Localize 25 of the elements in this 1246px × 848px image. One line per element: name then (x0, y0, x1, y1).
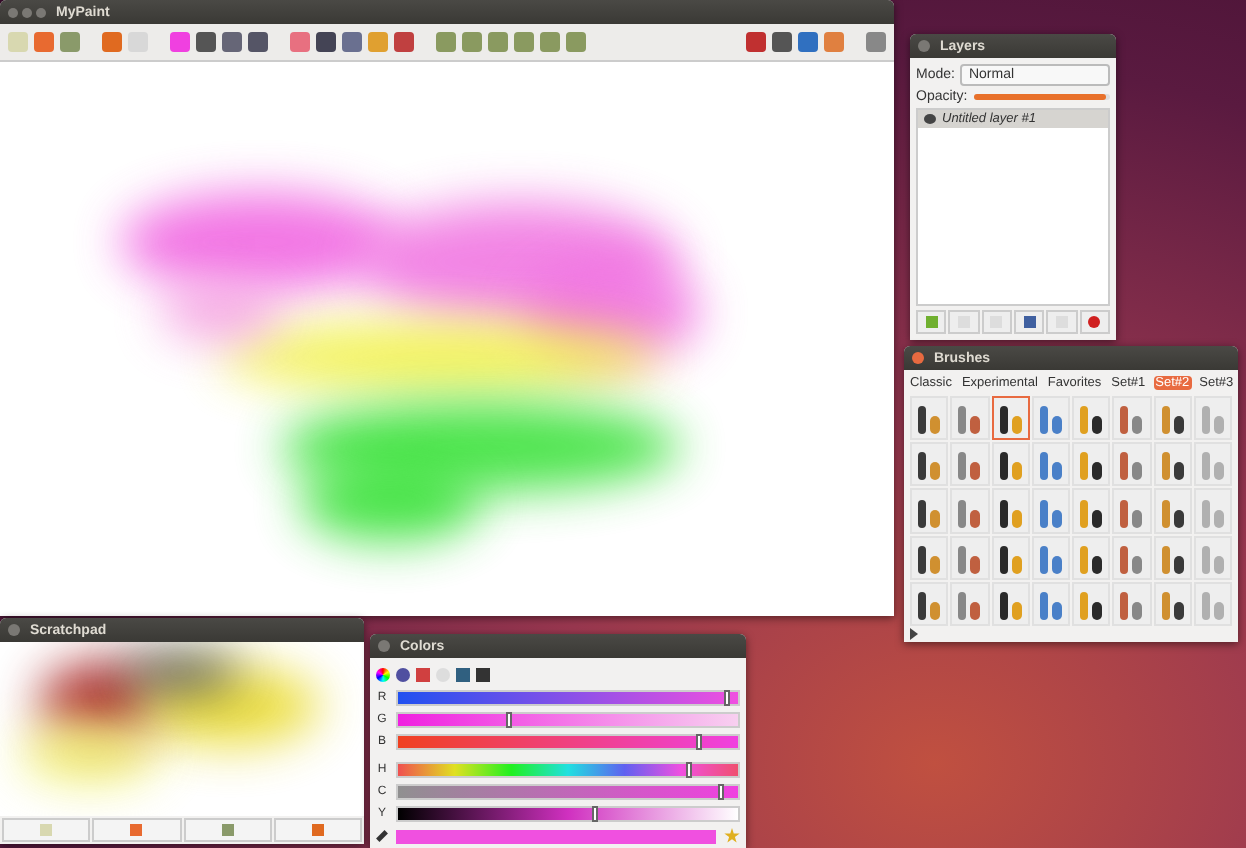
color-slider[interactable] (396, 762, 740, 778)
delete-layer-button[interactable] (1079, 310, 1110, 334)
add-layer-button[interactable] (916, 310, 947, 334)
revert-scratchpad-button[interactable] (273, 818, 362, 842)
brush-thumbnail[interactable] (991, 396, 1030, 441)
color-slider[interactable] (396, 712, 740, 728)
close-icon[interactable] (378, 640, 390, 652)
color-slider[interactable] (396, 690, 740, 706)
eye-icon[interactable] (924, 114, 936, 124)
color-slider[interactable] (396, 784, 740, 800)
color-square-tab[interactable] (456, 668, 470, 682)
duplicate-layer-button[interactable] (1013, 310, 1045, 334)
window-controls-icon[interactable] (8, 7, 46, 17)
opacity-slider[interactable] (973, 94, 1110, 100)
color-wheel-tab[interactable] (376, 668, 390, 682)
open-scratchpad-button[interactable] (92, 818, 181, 842)
save-scratchpad-button[interactable] (183, 818, 272, 842)
color-ring-tab[interactable] (396, 668, 410, 682)
close-icon[interactable] (912, 352, 924, 364)
close-icon[interactable] (8, 624, 20, 636)
sliders-tab[interactable] (476, 668, 490, 682)
close-icon[interactable] (918, 40, 930, 52)
color-slider[interactable] (396, 806, 740, 822)
expander-icon[interactable] (910, 628, 918, 640)
color-slider[interactable] (396, 734, 740, 750)
